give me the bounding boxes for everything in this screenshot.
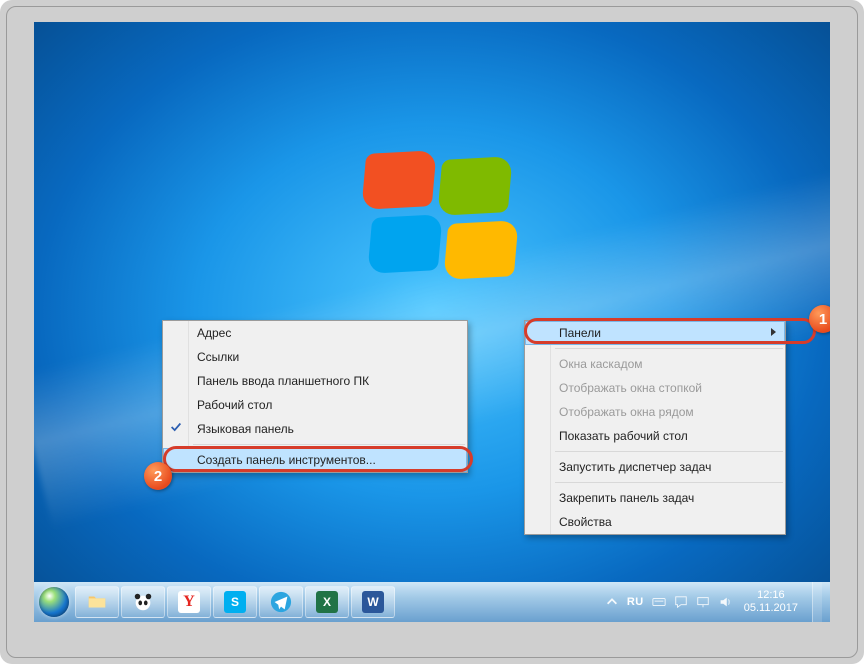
badge-number: 2 <box>154 468 162 485</box>
submenu-label: Адрес <box>197 326 231 340</box>
yandex-icon: Y <box>178 591 200 613</box>
language-indicator[interactable]: RU <box>627 596 644 608</box>
screenshot-frame: Адрес Ссылки Панель ввода планшетного ПК… <box>0 0 864 664</box>
start-orb-icon <box>39 587 69 617</box>
menu-label: Панели <box>559 326 601 340</box>
menu-item-task-manager[interactable]: Запустить диспетчер задач <box>525 455 785 479</box>
action-center-icon[interactable] <box>674 595 688 609</box>
taskbar-app-telegram[interactable] <box>259 586 303 618</box>
menu-label: Окна каскадом <box>559 357 643 371</box>
submenu-item-new-toolbar[interactable]: Создать панель инструментов... <box>163 448 467 472</box>
menu-item-show-desktop[interactable]: Показать рабочий стол <box>525 424 785 448</box>
menu-label: Отображать окна рядом <box>559 405 694 419</box>
show-desktop-button[interactable] <box>812 582 822 622</box>
taskbar-app-panda[interactable] <box>121 586 165 618</box>
submenu-item-language-bar[interactable]: Языковая панель <box>163 417 467 441</box>
submenu-item-desktop[interactable]: Рабочий стол <box>163 393 467 417</box>
menu-item-side-by-side: Отображать окна рядом <box>525 400 785 424</box>
skype-icon: S <box>224 591 246 613</box>
taskbar[interactable]: Y S X W RU <box>34 582 830 622</box>
submenu-item-links[interactable]: Ссылки <box>163 345 467 369</box>
word-icon: W <box>362 591 384 613</box>
menu-label: Свойства <box>559 515 612 529</box>
menu-separator <box>555 348 783 349</box>
clock-date: 05.11.2017 <box>744 602 798 615</box>
taskbar-clock[interactable]: 12:16 05.11.2017 <box>744 589 798 615</box>
taskbar-context-menu: Панели Окна каскадом Отображать окна сто… <box>524 320 786 535</box>
badge-number: 1 <box>819 311 827 328</box>
menu-label: Запустить диспетчер задач <box>559 460 711 474</box>
volume-icon[interactable] <box>718 595 732 609</box>
taskbar-app-skype[interactable]: S <box>213 586 257 618</box>
annotation-badge-2: 2 <box>144 462 172 490</box>
taskbar-app-explorer[interactable] <box>75 586 119 618</box>
start-button[interactable] <box>34 582 74 622</box>
menu-label: Показать рабочий стол <box>559 429 688 443</box>
taskbar-app-word[interactable]: W <box>351 586 395 618</box>
submenu-item-address[interactable]: Адрес <box>163 321 467 345</box>
submenu-item-tablet-input[interactable]: Панель ввода планшетного ПК <box>163 369 467 393</box>
submenu-label: Языковая панель <box>197 422 294 436</box>
submenu-label: Рабочий стол <box>197 398 272 412</box>
menu-separator <box>193 444 465 445</box>
clock-time: 12:16 <box>744 589 798 602</box>
taskbar-app-excel[interactable]: X <box>305 586 349 618</box>
menu-item-lock-taskbar[interactable]: Закрепить панель задач <box>525 486 785 510</box>
menu-label: Закрепить панель задач <box>559 491 694 505</box>
menu-item-stack: Отображать окна стопкой <box>525 376 785 400</box>
taskbar-app-yandex[interactable]: Y <box>167 586 211 618</box>
menu-item-cascade: Окна каскадом <box>525 352 785 376</box>
menu-item-toolbars[interactable]: Панели <box>525 321 785 345</box>
check-icon <box>169 420 183 434</box>
menu-item-properties[interactable]: Свойства <box>525 510 785 534</box>
annotation-badge-1: 1 <box>809 305 830 333</box>
submenu-label: Панель ввода планшетного ПК <box>197 374 369 388</box>
telegram-icon <box>270 591 292 613</box>
menu-separator <box>555 482 783 483</box>
folder-icon <box>86 591 108 613</box>
tray-chevron-up-icon[interactable] <box>605 595 619 609</box>
panda-icon <box>132 591 154 613</box>
network-icon[interactable] <box>696 595 710 609</box>
desktop[interactable]: Адрес Ссылки Панель ввода планшетного ПК… <box>34 22 830 622</box>
windows-logo <box>364 152 514 302</box>
submenu-arrow-icon <box>771 328 776 336</box>
submenu-label: Ссылки <box>197 350 239 364</box>
toolbars-submenu: Адрес Ссылки Панель ввода планшетного ПК… <box>162 320 468 473</box>
pinned-apps: Y S X W <box>74 586 396 618</box>
menu-separator <box>555 451 783 452</box>
keyboard-icon[interactable] <box>652 595 666 609</box>
excel-icon: X <box>316 591 338 613</box>
menu-label: Отображать окна стопкой <box>559 381 702 395</box>
system-tray: RU 12:16 05.11.2017 <box>605 582 830 622</box>
submenu-label: Создать панель инструментов... <box>197 453 376 467</box>
